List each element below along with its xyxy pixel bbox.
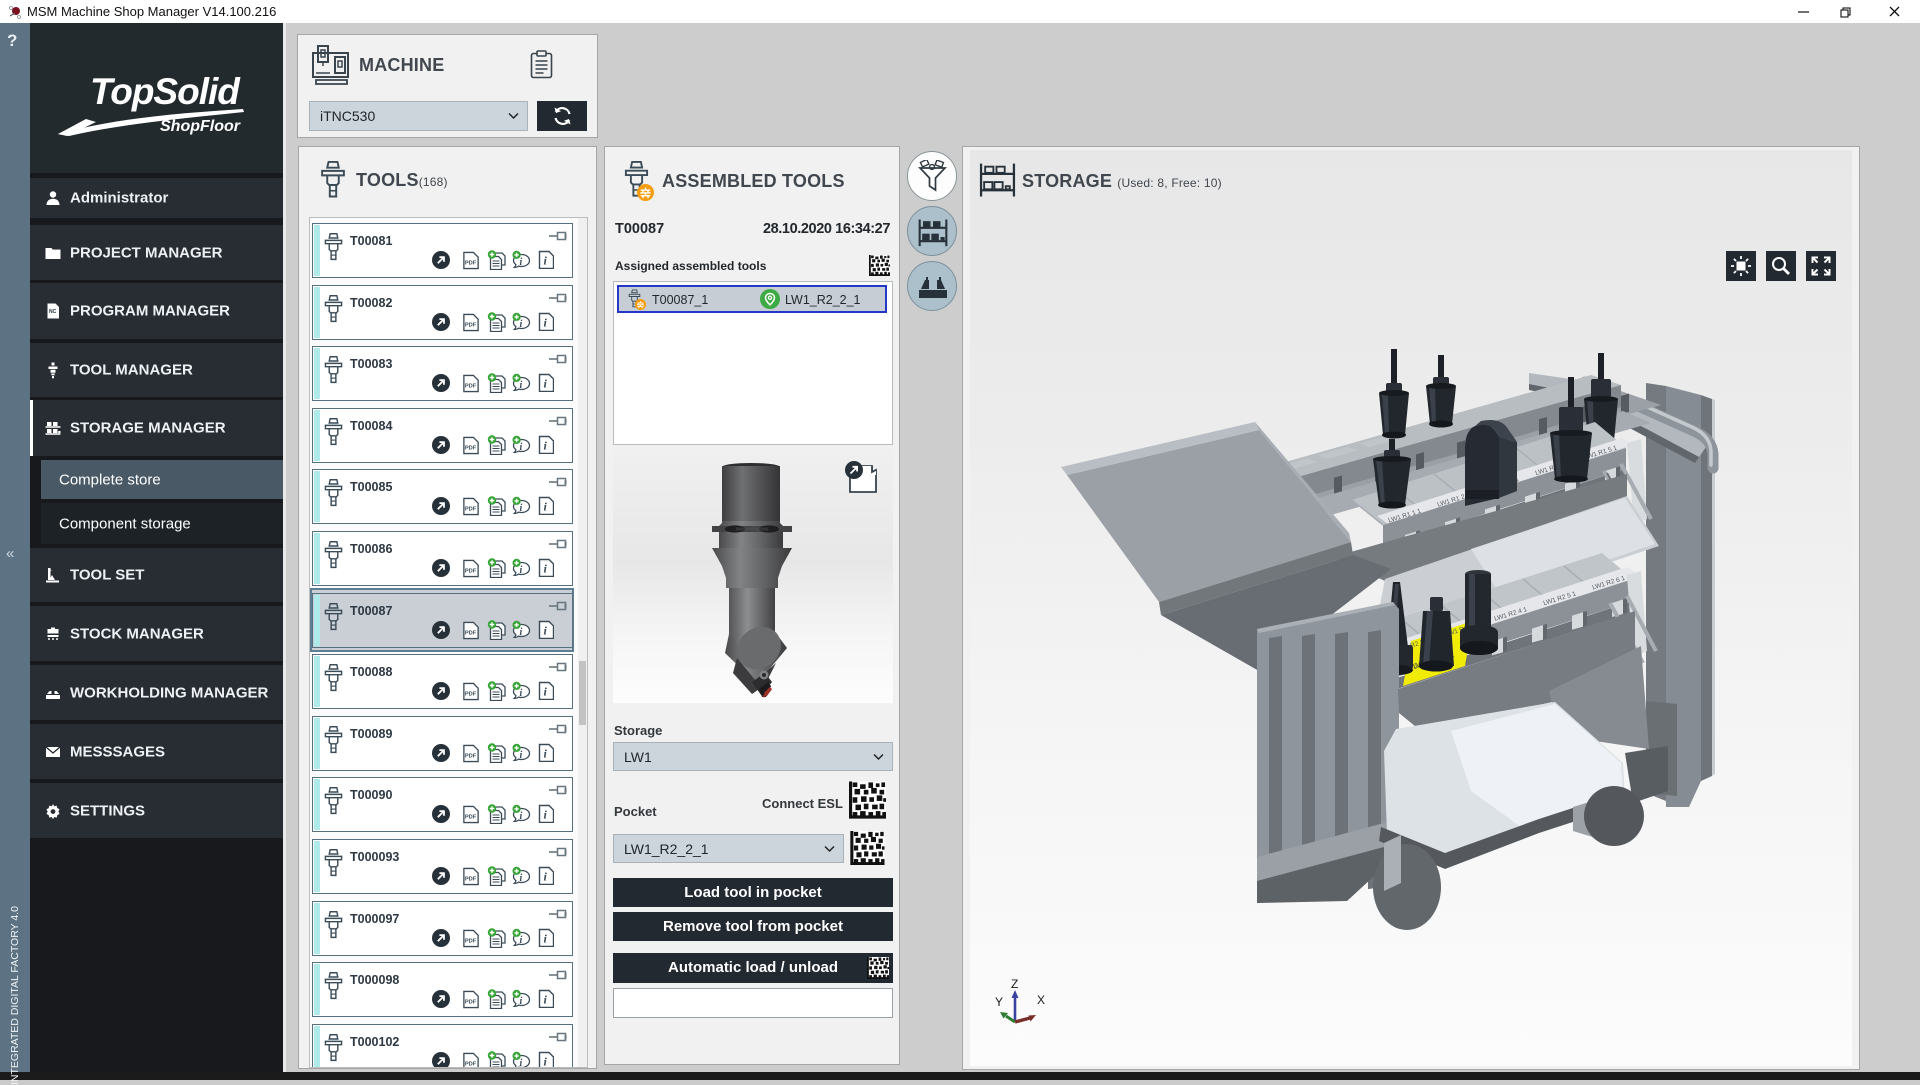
svg-text:NC: NC	[49, 309, 57, 315]
svg-text:X: X	[1037, 993, 1045, 1007]
svg-text:Z: Z	[1011, 977, 1018, 991]
svg-text:Y: Y	[995, 995, 1003, 1009]
